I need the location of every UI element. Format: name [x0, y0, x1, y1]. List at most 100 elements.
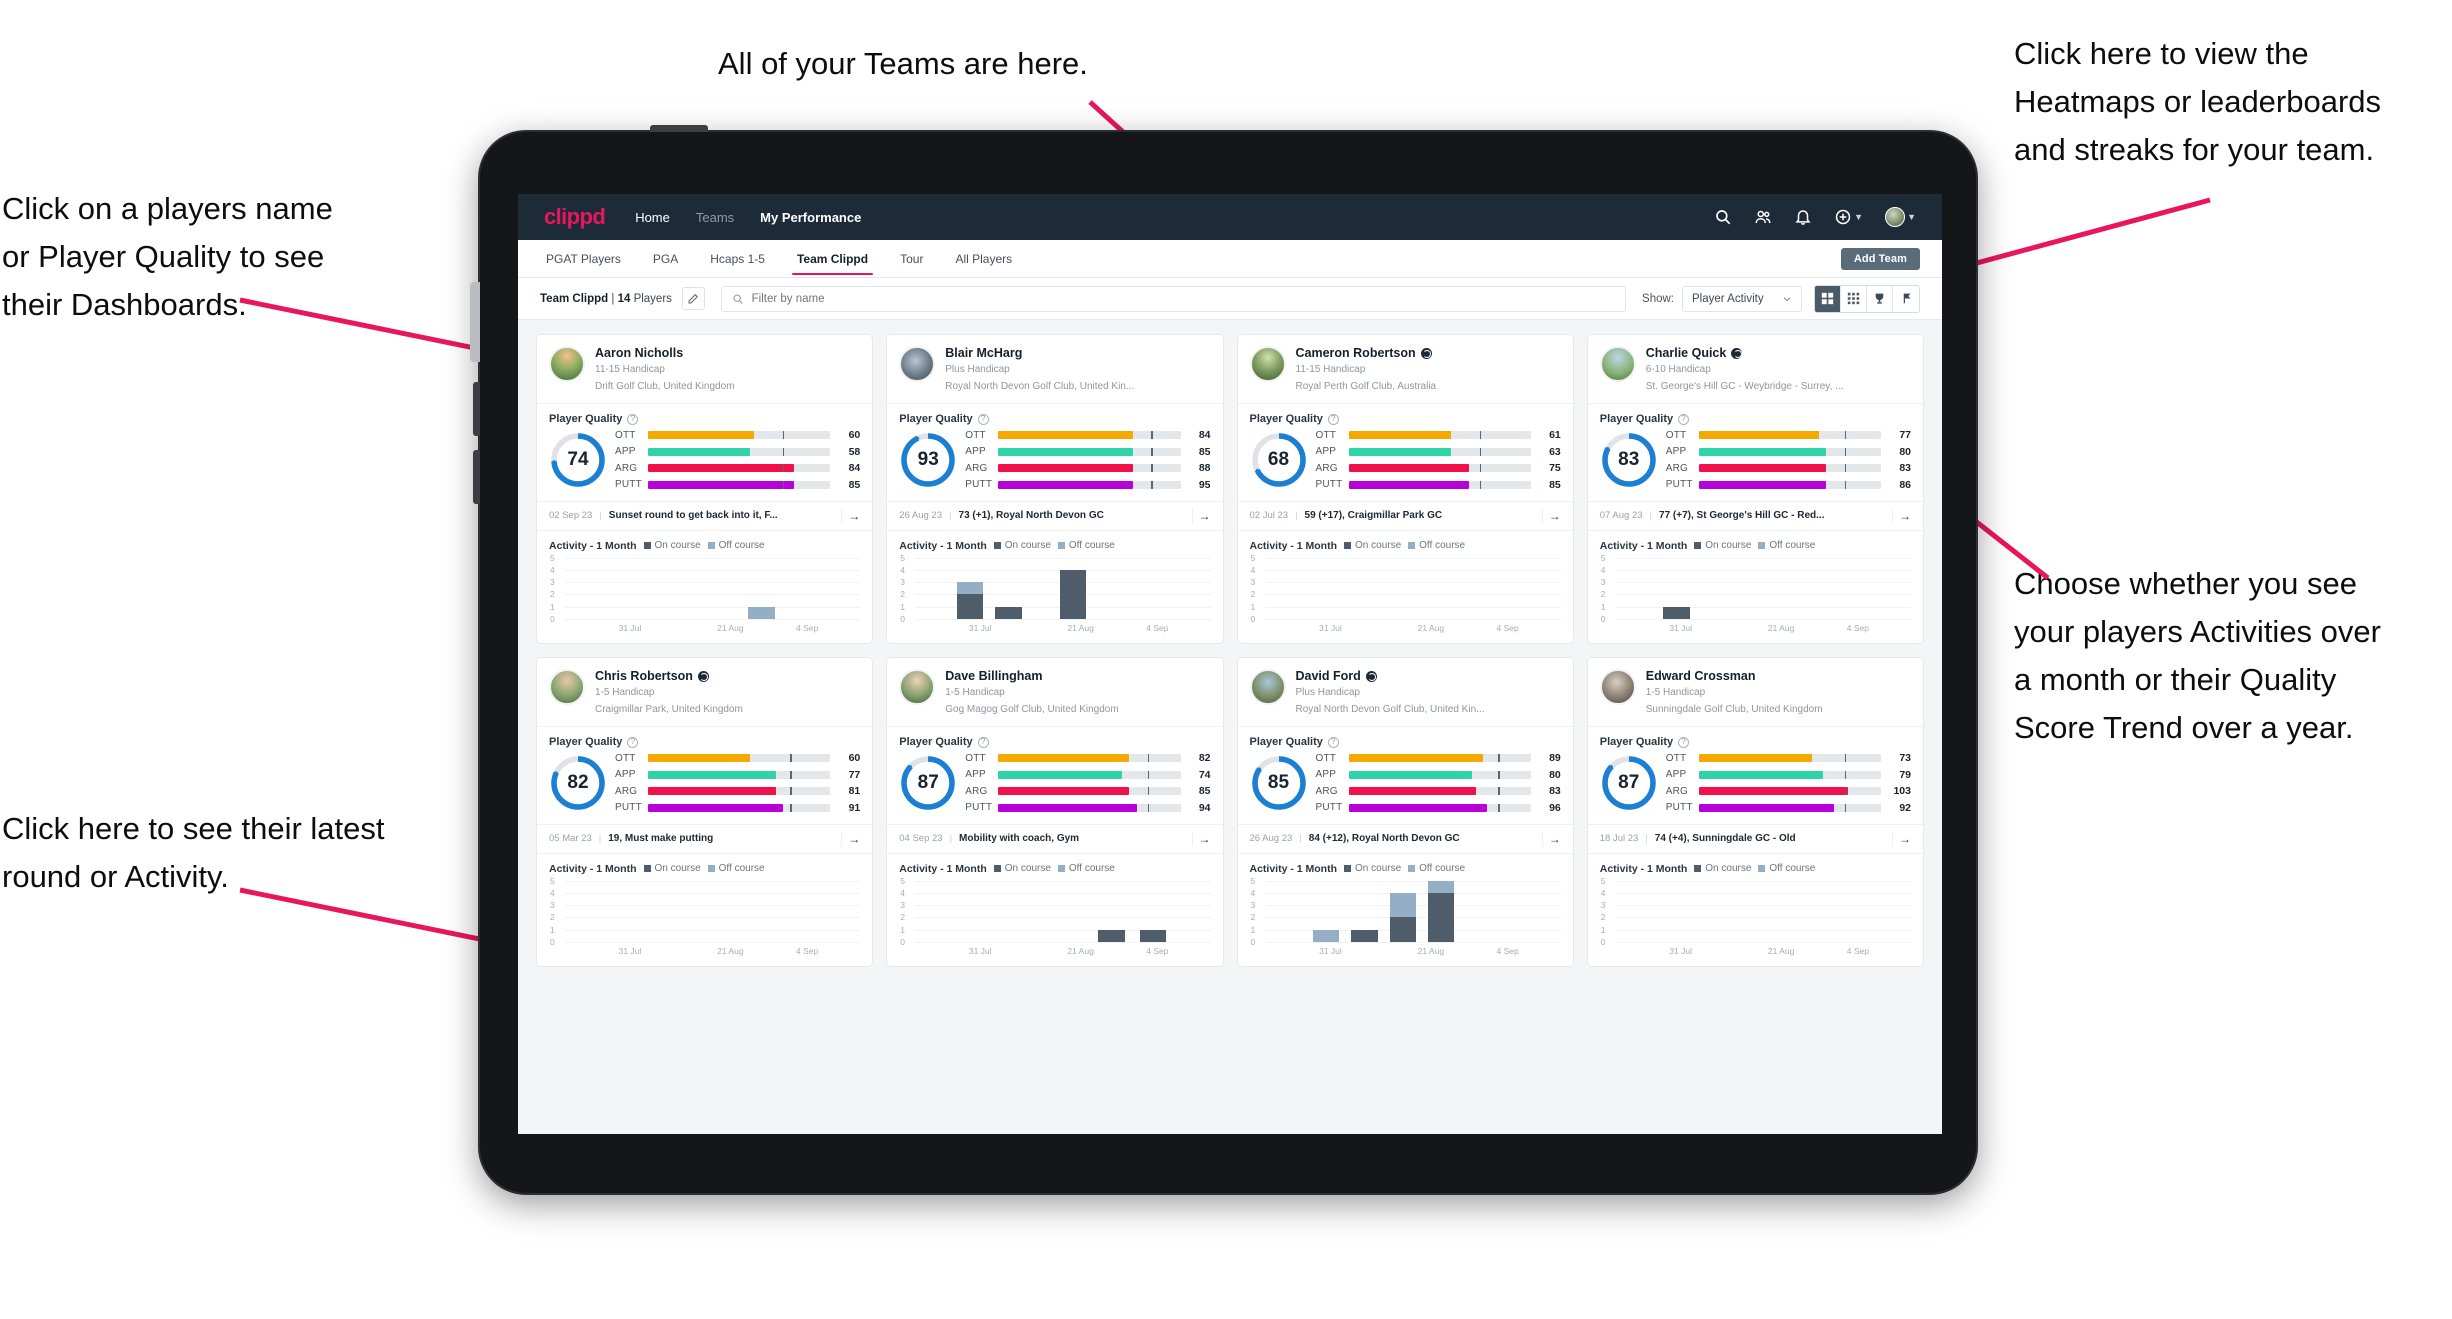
quality-score-ring[interactable]: 87 [899, 754, 957, 812]
player-quality-header[interactable]: Player Quality? [537, 727, 872, 750]
quality-score-ring[interactable]: 83 [1600, 431, 1658, 489]
quality-score-ring[interactable]: 87 [1600, 754, 1658, 812]
tab-all-players[interactable]: All Players [953, 242, 1014, 275]
bell-icon[interactable] [1794, 208, 1812, 226]
view-grid-large-button[interactable] [1815, 285, 1841, 312]
avatar[interactable] [1249, 346, 1286, 382]
latest-round-row[interactable]: 26 Aug 23 | 73 (+1), Royal North Devon GC → [887, 500, 1223, 531]
player-quality-header[interactable]: Player Quality? [887, 404, 1222, 427]
power-button[interactable] [650, 125, 708, 132]
player-card[interactable]: Aaron Nicholls 11-15 Handicap Drift Golf C… [536, 334, 874, 644]
player-card[interactable]: Dave Billingham 1-5 Handicap Gog Magog Gol… [886, 656, 1224, 967]
latest-round-row[interactable]: 18 Jul 23 | 74 (+4), Sunningdale GC - Old → [1587, 823, 1923, 854]
player-card[interactable]: Blair McHarg Plus Handicap Royal North Dev… [886, 334, 1224, 644]
user-menu[interactable]: ▼ [1885, 207, 1916, 227]
latest-round-row[interactable]: 05 Mar 23 | 19, Must make putting → [537, 823, 873, 854]
search-input[interactable] [751, 292, 1616, 305]
player-card[interactable]: Charlie Quick 6-10 Handicap St. George's H… [1586, 334, 1924, 644]
player-card-header[interactable]: Blair McHarg Plus Handicap Royal North Dev… [887, 335, 1223, 405]
arrow-right-icon[interactable]: → [1541, 508, 1561, 523]
view-grid-small-button[interactable] [1841, 285, 1867, 312]
quality-score-ring[interactable]: 82 [549, 754, 607, 812]
add-menu[interactable]: ▼ [1834, 208, 1863, 226]
player-name[interactable]: Charlie Quick [1646, 346, 1844, 360]
player-name[interactable]: Aaron Nicholls [595, 346, 735, 360]
avatar[interactable] [899, 668, 936, 705]
player-quality-header[interactable]: Player Quality? [1238, 727, 1573, 750]
player-name[interactable]: Cameron Robertson [1296, 346, 1437, 360]
player-card-header[interactable]: Chris Robertson 1-5 Handicap Craigmillar P… [537, 658, 873, 728]
player-quality-header[interactable]: Player Quality? [1238, 404, 1573, 427]
avatar[interactable] [549, 346, 585, 382]
help-icon[interactable]: ? [977, 736, 989, 748]
player-quality-header[interactable]: Player Quality? [887, 727, 1222, 750]
player-card-header[interactable]: Cameron Robertson 11-15 Handicap Royal Per… [1237, 335, 1573, 405]
help-icon[interactable]: ? [977, 413, 989, 425]
search-icon[interactable] [1714, 208, 1732, 226]
avatar[interactable] [549, 668, 585, 705]
arrow-right-icon[interactable]: → [841, 508, 860, 523]
quality-score-ring[interactable]: 74 [549, 431, 607, 489]
view-course-button[interactable] [1893, 285, 1919, 312]
latest-round-row[interactable]: 26 Aug 23 | 84 (+12), Royal North Devon GC… [1237, 823, 1573, 854]
tab-team-clippd[interactable]: Team Clippd [791, 242, 874, 275]
view-leaderboard-button[interactable] [1867, 285, 1893, 312]
latest-round-row[interactable]: 04 Sep 23 | Mobility with coach, Gym → [887, 823, 1223, 854]
avatar[interactable] [899, 346, 936, 382]
player-card[interactable]: Chris Robertson 1-5 Handicap Craigmillar P… [536, 656, 874, 967]
tab-pga[interactable]: PGA [651, 242, 680, 275]
arrow-right-icon[interactable]: → [841, 831, 860, 846]
avatar[interactable] [1599, 346, 1636, 382]
arrow-right-icon[interactable]: → [1892, 831, 1911, 846]
latest-round-row[interactable]: 02 Jul 23 | 59 (+17), Craigmillar Park GC → [1237, 500, 1573, 531]
arrow-right-icon[interactable]: → [1892, 508, 1911, 523]
edit-team-button[interactable] [681, 287, 705, 310]
player-card[interactable]: Edward Crossman 1-5 Handicap Sunningdale G… [1586, 656, 1924, 967]
nav-teams[interactable]: Teams [696, 210, 734, 225]
player-card-header[interactable]: Charlie Quick 6-10 Handicap St. George's H… [1587, 335, 1923, 405]
quality-score-ring[interactable]: 68 [1250, 431, 1308, 489]
search-box[interactable] [720, 285, 1627, 312]
show-select[interactable]: Player Activity [1682, 285, 1802, 312]
latest-round-row[interactable]: 07 Aug 23 | 77 (+7), St George's Hill GC -… [1587, 500, 1923, 531]
avatar[interactable] [1599, 668, 1636, 705]
quality-score-ring[interactable]: 93 [899, 431, 957, 489]
latest-round-row[interactable]: 02 Sep 23 | Sunset round to get back into … [537, 500, 873, 531]
avatar[interactable] [1249, 668, 1286, 705]
player-name[interactable]: Dave Billingham [945, 669, 1118, 683]
player-card[interactable]: David Ford Plus Handicap Royal North Devon… [1236, 656, 1574, 967]
help-icon[interactable]: ? [627, 736, 639, 748]
player-name[interactable]: David Ford [1296, 669, 1485, 683]
player-card-header[interactable]: David Ford Plus Handicap Royal North Devon… [1237, 658, 1573, 728]
player-quality-header[interactable]: Player Quality? [537, 404, 872, 427]
help-icon[interactable]: ? [627, 413, 639, 425]
plus-circle-icon[interactable] [1834, 208, 1852, 226]
app-logo[interactable]: clippd [544, 204, 606, 230]
quality-score-ring[interactable]: 85 [1250, 754, 1308, 812]
player-card-header[interactable]: Dave Billingham 1-5 Handicap Gog Magog Gol… [887, 658, 1223, 728]
arrow-right-icon[interactable]: → [1191, 831, 1211, 846]
volume-down-button[interactable] [473, 450, 480, 504]
tab-tour[interactable]: Tour [898, 242, 925, 275]
tab-pgat-players[interactable]: PGAT Players [544, 242, 623, 275]
help-icon[interactable]: ? [1327, 736, 1339, 748]
help-icon[interactable]: ? [1327, 413, 1339, 425]
arrow-right-icon[interactable]: → [1541, 831, 1561, 846]
player-name[interactable]: Edward Crossman [1646, 669, 1823, 683]
help-icon[interactable]: ? [1678, 736, 1690, 748]
player-quality-header[interactable]: Player Quality? [1588, 404, 1923, 427]
people-icon[interactable] [1754, 208, 1772, 226]
player-card[interactable]: Cameron Robertson 11-15 Handicap Royal Per… [1236, 334, 1574, 644]
player-quality-header[interactable]: Player Quality? [1588, 727, 1923, 750]
player-name[interactable]: Blair McHarg [945, 346, 1134, 360]
nav-my-performance[interactable]: My Performance [760, 210, 861, 225]
avatar[interactable] [1885, 207, 1906, 227]
nav-home[interactable]: Home [635, 210, 670, 225]
player-card-header[interactable]: Aaron Nicholls 11-15 Handicap Drift Golf C… [537, 335, 873, 405]
add-team-button[interactable]: Add Team [1840, 248, 1920, 270]
help-icon[interactable]: ? [1678, 413, 1690, 425]
player-card-header[interactable]: Edward Crossman 1-5 Handicap Sunningdale G… [1587, 658, 1923, 728]
arrow-right-icon[interactable]: → [1191, 508, 1211, 523]
tab-hcaps-1-5[interactable]: Hcaps 1-5 [708, 242, 767, 275]
player-name[interactable]: Chris Robertson [595, 669, 743, 683]
